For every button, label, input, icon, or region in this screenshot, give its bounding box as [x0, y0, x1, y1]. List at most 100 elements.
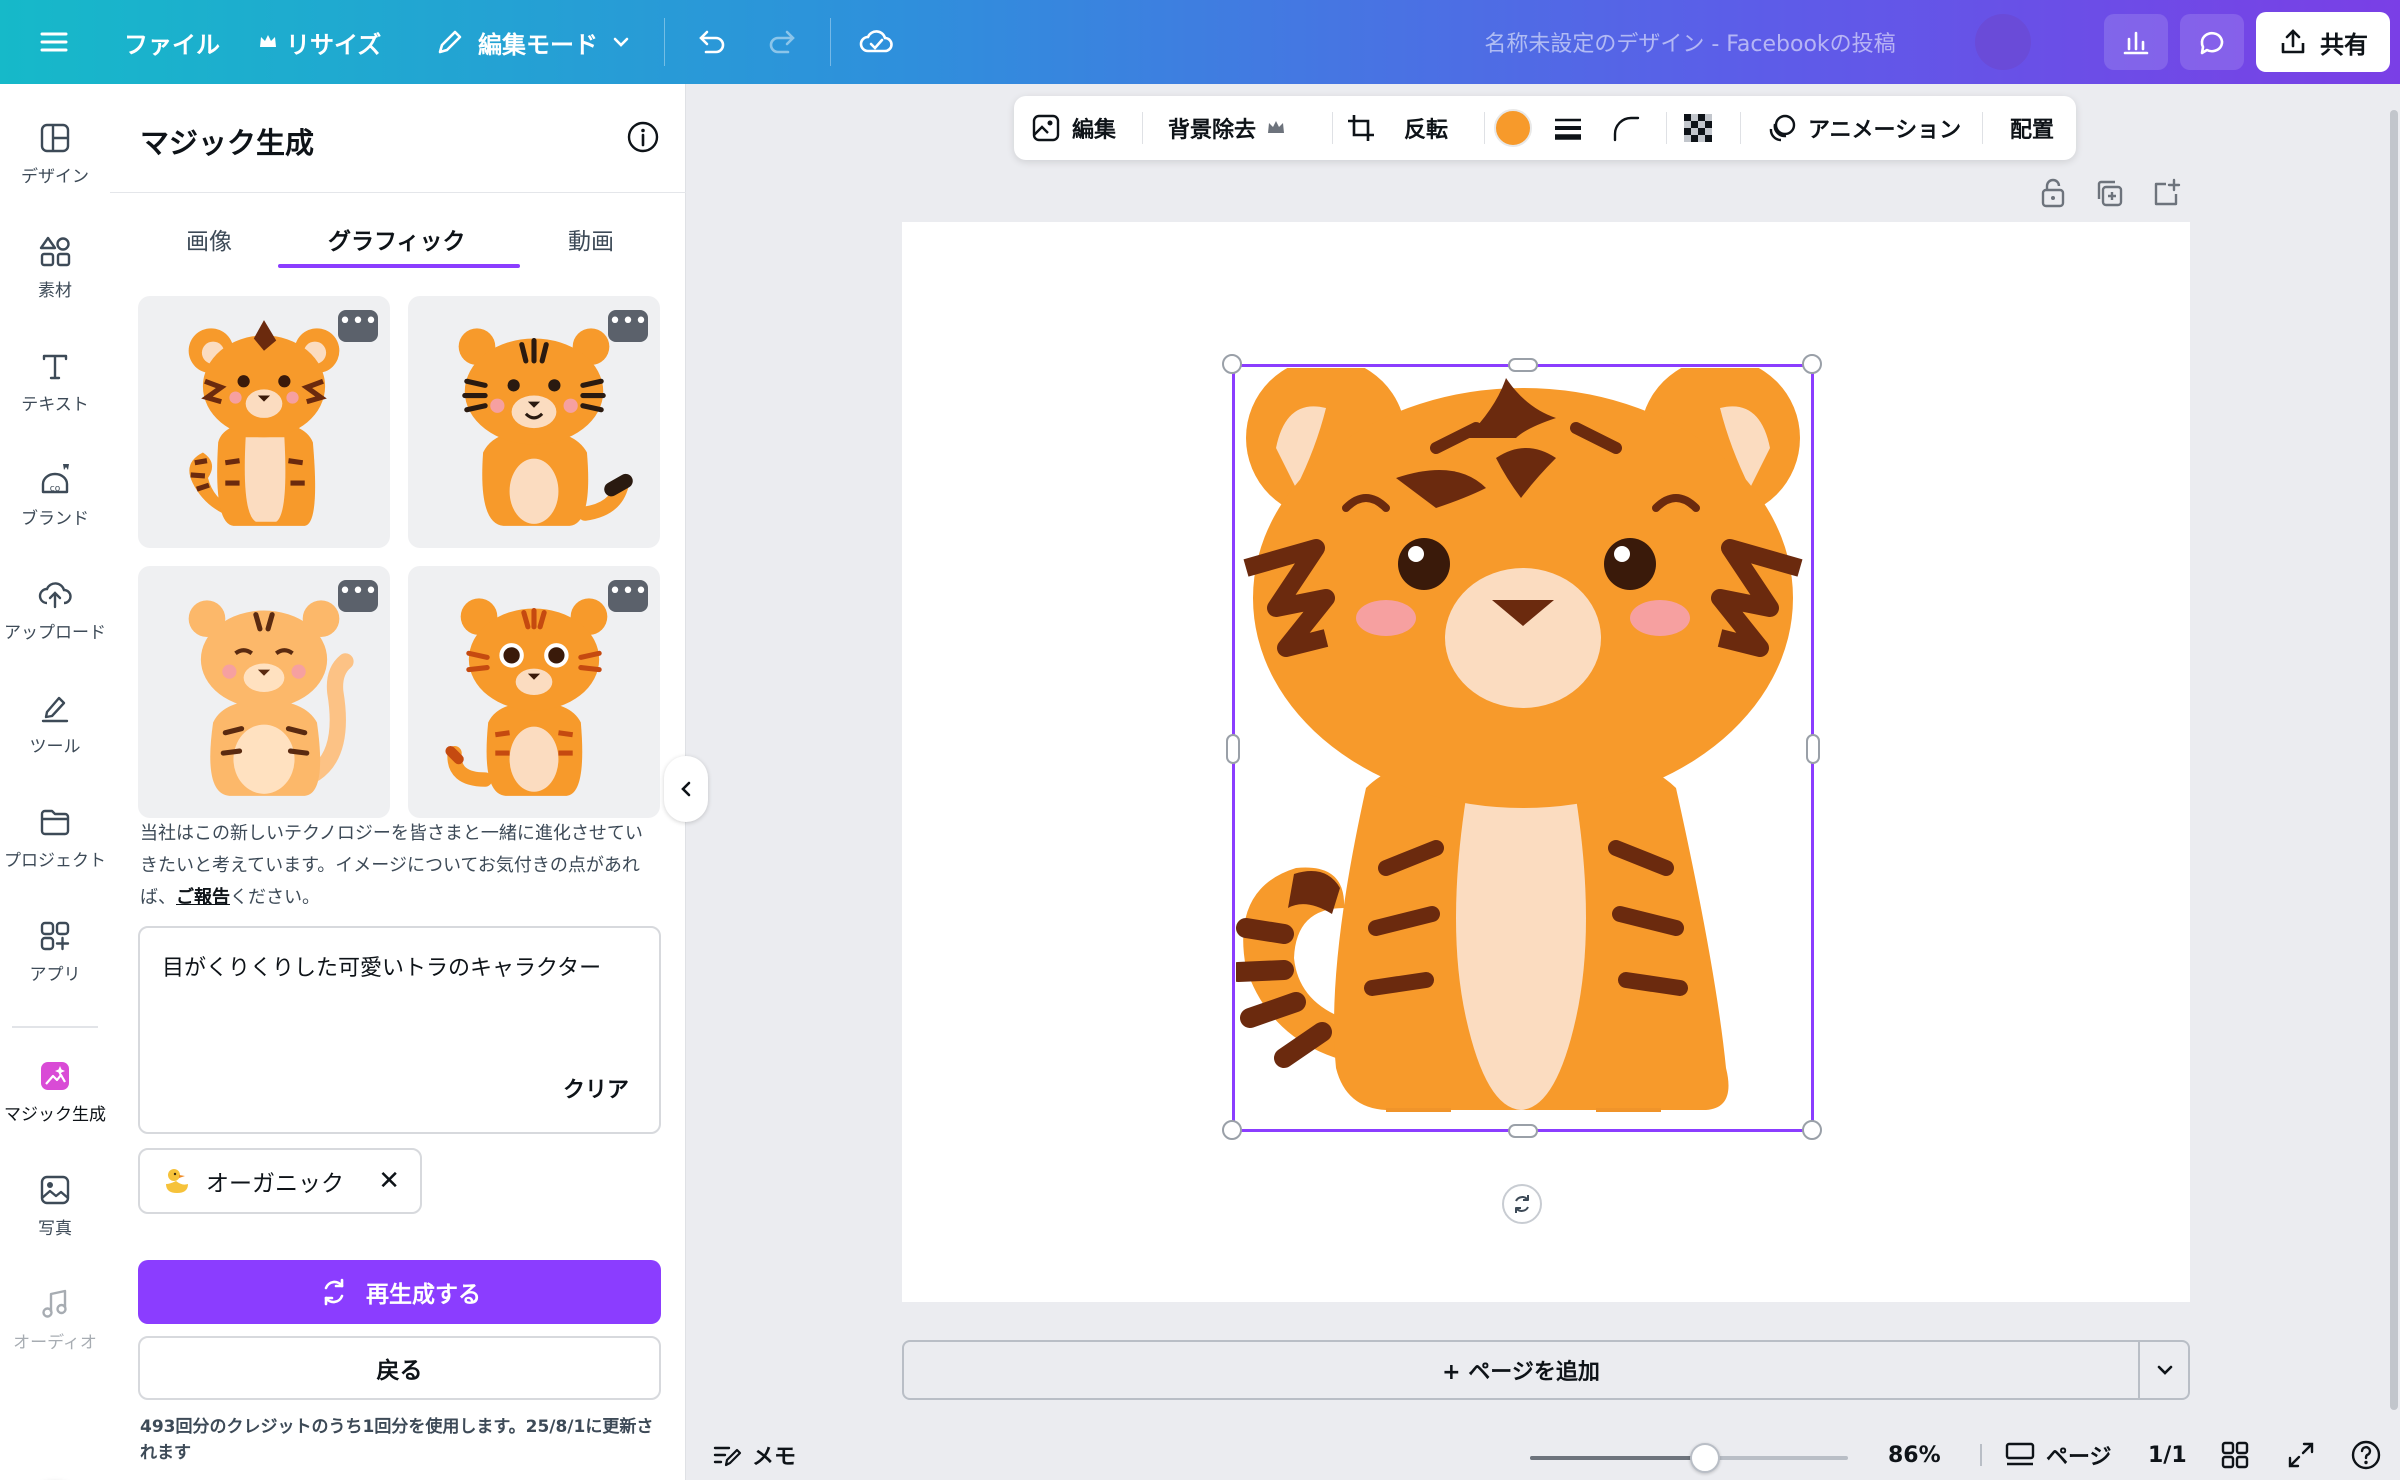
flip-button[interactable]: 反転	[1404, 96, 1448, 160]
more-options-button[interactable]: •••	[338, 580, 378, 612]
rail-item-uploads[interactable]: アップロード	[0, 576, 110, 643]
edit-mode-dropdown[interactable]: 編集モード	[434, 0, 632, 84]
resize-button[interactable]: リサイズ	[258, 0, 381, 84]
notes-button[interactable]: メモ	[712, 1438, 796, 1472]
rail-divider	[12, 1026, 98, 1028]
zoom-slider-knob[interactable]	[1689, 1443, 1720, 1473]
add-page-icon[interactable]	[2150, 176, 2184, 210]
rail-item-photos[interactable]: 写真	[0, 1172, 110, 1239]
rail-item-text[interactable]: テキスト	[0, 348, 110, 415]
border-style-button[interactable]	[1552, 96, 1584, 160]
resize-handle-top[interactable]	[1508, 358, 1538, 372]
prompt-text[interactable]: 目がくりくりした可愛いトラのキャラクター	[162, 950, 601, 982]
canvas-scrollbar[interactable]	[2390, 110, 2398, 1410]
more-options-button[interactable]: •••	[338, 310, 378, 342]
remove-style-icon[interactable]: ✕	[378, 1166, 400, 1196]
back-button[interactable]: 戻る	[138, 1336, 661, 1400]
rail-item-magic-media[interactable]: マジック生成	[0, 1058, 110, 1125]
position-button[interactable]: 配置	[2010, 96, 2054, 160]
remove-background-button[interactable]: 背景除去	[1168, 96, 1286, 160]
pages-button[interactable]: ページ	[2004, 1438, 2112, 1472]
image-edit-icon	[1032, 114, 1060, 142]
corner-radius-icon	[1613, 116, 1640, 142]
tab-image[interactable]: 画像	[186, 222, 232, 256]
zoom-slider-fill	[1530, 1456, 1705, 1460]
hamburger-icon	[40, 32, 68, 52]
menu-button[interactable]	[38, 0, 70, 84]
photo-icon	[40, 1175, 70, 1205]
save-status[interactable]	[858, 0, 894, 84]
collapse-panel-button[interactable]	[664, 756, 708, 822]
lock-icon[interactable]	[2036, 176, 2070, 210]
resize-handle-bottom-left[interactable]	[1222, 1120, 1242, 1140]
fullscreen-button[interactable]	[2286, 1438, 2316, 1472]
resize-handle-bottom-right[interactable]	[1802, 1120, 1822, 1140]
active-tab-indicator	[278, 264, 520, 268]
result-thumbnail-2[interactable]: •••	[408, 296, 660, 548]
undo-button[interactable]	[692, 0, 728, 84]
tab-video[interactable]: 動画	[568, 222, 614, 256]
resize-handle-left[interactable]	[1226, 734, 1240, 764]
resize-handle-right[interactable]	[1806, 734, 1820, 764]
rail-item-design[interactable]: デザイン	[0, 120, 110, 187]
magic-media-panel: マジック生成 画像 グラフィック 動画 ••• ••• ••• ••• 当社はこ…	[110, 84, 686, 1480]
left-rail: デザイン 素材 テキスト co ブランド アップロード ツール プロジェクト ア…	[0, 84, 110, 1480]
resize-handle-bottom[interactable]	[1508, 1124, 1538, 1138]
rotate-handle[interactable]	[1502, 1184, 1542, 1224]
corner-rounding-button[interactable]	[1610, 96, 1642, 160]
magic-media-icon	[41, 1062, 69, 1090]
tiger-image	[188, 320, 340, 526]
crop-button[interactable]	[1344, 96, 1378, 160]
tab-graphic[interactable]: グラフィック	[328, 222, 466, 256]
add-page-button[interactable]: + ページを追加	[904, 1342, 2138, 1398]
edit-image-button[interactable]: 編集	[1030, 96, 1116, 160]
result-thumbnail-4[interactable]: •••	[408, 566, 660, 818]
prompt-input[interactable]: 目がくりくりした可愛いトラのキャラクター クリア	[138, 926, 661, 1134]
more-options-button[interactable]: •••	[608, 580, 648, 612]
file-menu[interactable]: ファイル	[124, 0, 220, 84]
redo-button[interactable]	[766, 0, 802, 84]
chevron-down-icon	[2157, 1365, 2173, 1375]
panel-title: マジック生成	[140, 126, 315, 160]
context-toolbar: 編集 背景除去 反転 アニメーション 配置	[1014, 96, 2076, 160]
info-icon[interactable]	[626, 120, 660, 154]
top-bar: ファイル リサイズ 編集モード 名称未設定のデザイン - Facebookの投稿…	[0, 0, 2400, 84]
animate-button[interactable]: アニメーション	[1766, 96, 1961, 160]
document-title[interactable]: 名称未設定のデザイン - Facebookの投稿	[1440, 0, 1940, 84]
tiger-image	[445, 598, 608, 796]
avatar[interactable]	[1975, 14, 2031, 70]
more-options-button[interactable]: •••	[608, 310, 648, 342]
color-swatch-button[interactable]	[1494, 96, 1532, 160]
help-button[interactable]	[2350, 1438, 2382, 1472]
rail-item-tools[interactable]: ツール	[0, 690, 110, 757]
grid-view-button[interactable]	[2220, 1438, 2250, 1472]
style-chip[interactable]: オーガニック ✕	[138, 1148, 422, 1214]
rail-item-audio[interactable]: オーディオ	[0, 1286, 110, 1353]
duplicate-page-icon[interactable]	[2092, 176, 2126, 210]
crown-icon	[1268, 121, 1285, 133]
resize-handle-top-right[interactable]	[1802, 354, 1822, 374]
report-link[interactable]: ご報告	[176, 887, 230, 908]
insights-button[interactable]	[2104, 14, 2168, 70]
rail-item-apps[interactable]: アプリ	[0, 918, 110, 985]
pen-tool-icon	[41, 696, 69, 723]
bar-chart-icon	[2123, 31, 2149, 55]
zoom-level[interactable]: 86%	[1888, 1438, 1941, 1472]
rail-item-brand[interactable]: co ブランド	[0, 462, 110, 529]
result-thumbnail-1[interactable]: •••	[138, 296, 390, 548]
comments-button[interactable]	[2180, 14, 2244, 70]
result-thumbnail-3[interactable]: •••	[138, 566, 390, 818]
regenerate-button[interactable]: 再生成する	[138, 1260, 661, 1324]
add-page-options-button[interactable]	[2140, 1342, 2190, 1398]
rail-item-projects[interactable]: プロジェクト	[0, 804, 110, 871]
crop-icon	[1348, 115, 1374, 141]
transparency-button[interactable]	[1682, 96, 1714, 160]
color-swatch	[1494, 109, 1532, 147]
line-weight-icon	[1555, 118, 1581, 140]
rail-item-elements[interactable]: 素材	[0, 234, 110, 301]
share-button[interactable]: 共有	[2256, 12, 2390, 72]
text-icon	[42, 354, 68, 380]
resize-handle-top-left[interactable]	[1222, 354, 1242, 374]
share-upload-icon	[2281, 29, 2305, 54]
clear-button[interactable]: クリア	[563, 1072, 629, 1104]
